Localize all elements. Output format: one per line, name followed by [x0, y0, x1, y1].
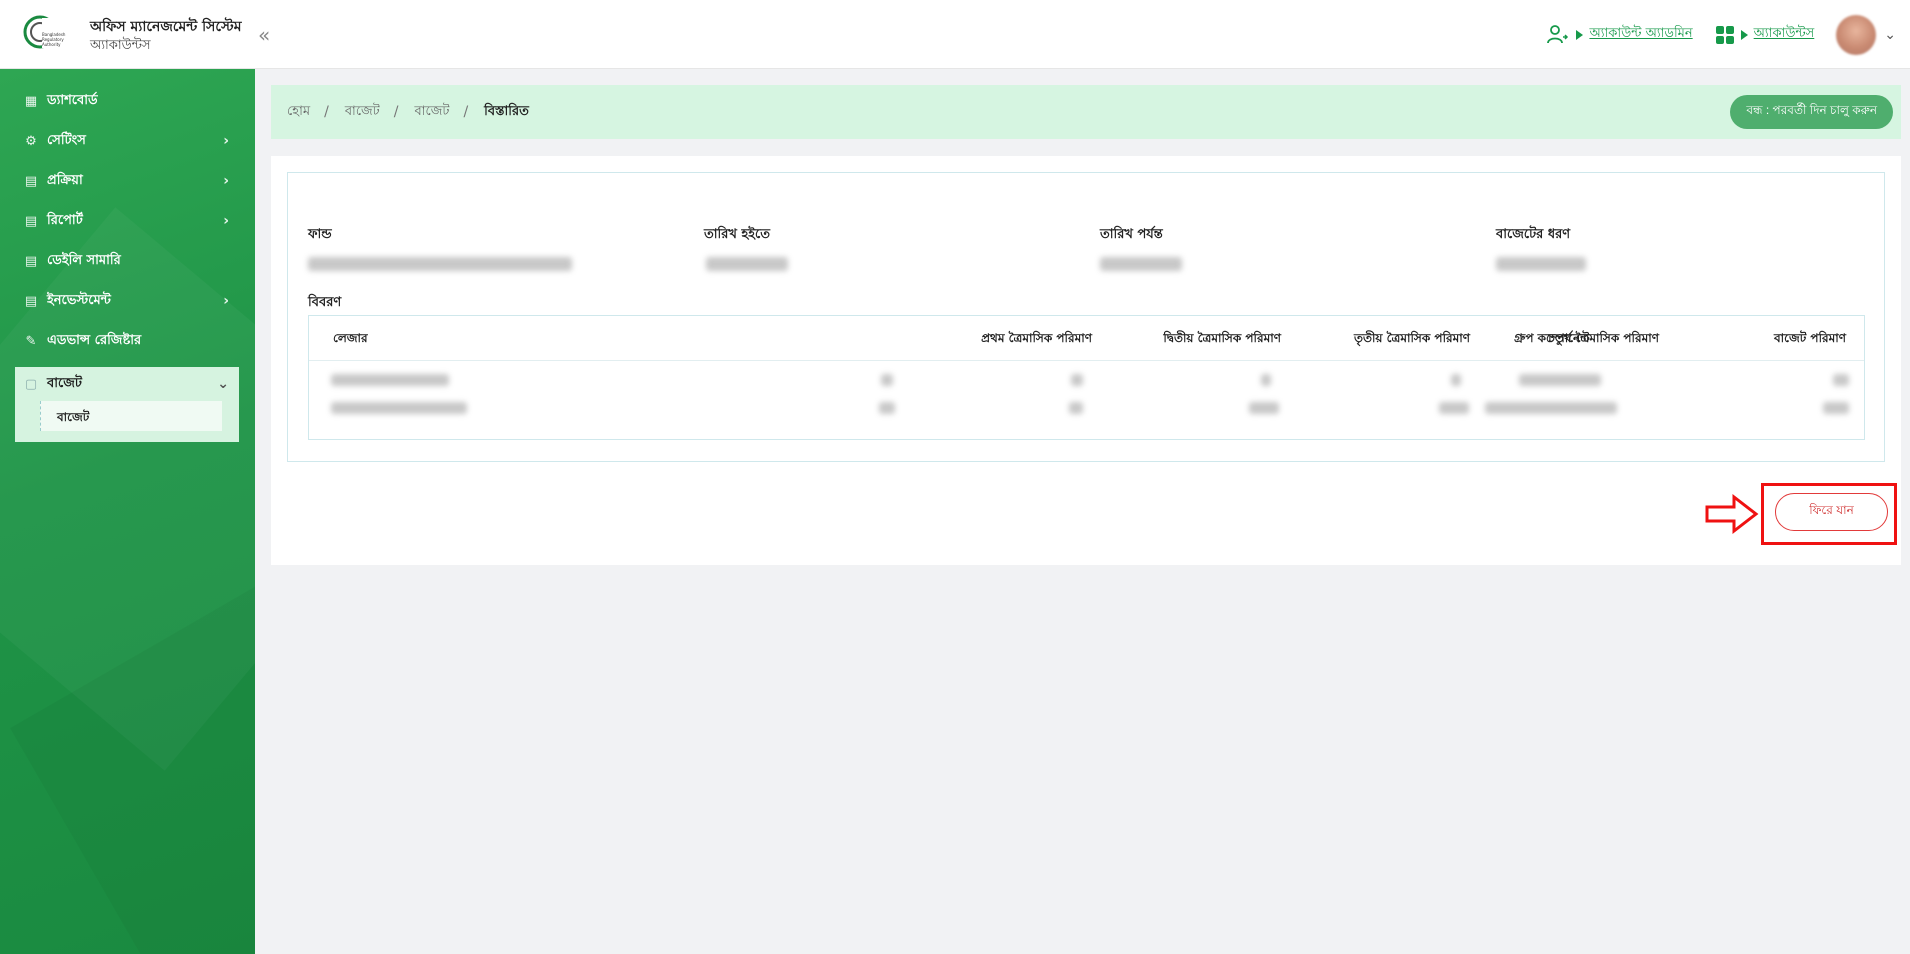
col-header-q3: তৃতীয় ত্রৈমাসিক পরিমাণ [1353, 331, 1470, 345]
breadcrumb-separator: / [393, 104, 399, 120]
details-card: ফান্ড তারিখ হইতে তারিখ পর্যন্ত বাজেটের ধ… [271, 156, 1901, 565]
cell-redacted [881, 374, 893, 386]
fund-label: ফান্ড [308, 227, 332, 242]
cell-redacted [1261, 374, 1271, 386]
user-switch-icon [1547, 24, 1569, 43]
callout-arrow-icon [1705, 493, 1759, 535]
sidebar-item-report[interactable]: ▤ রিপোর্ট › [0, 201, 255, 241]
col-header-ledger: লেজার [333, 331, 368, 345]
sidebar-item-budget[interactable]: ▢ বাজেট ⌄ বাজেট [15, 367, 239, 442]
user-avatar[interactable] [1836, 14, 1877, 55]
organization-logo: Bangladesh Regulatory Authority [23, 15, 66, 49]
fund-value-redacted [308, 257, 572, 271]
sidebar-item-settings[interactable]: ⚙ সেটিংস › [0, 121, 255, 161]
back-button[interactable]: ফিরে যান [1775, 493, 1888, 531]
breadcrumb-current: বিস্তারিত [484, 103, 529, 119]
grid-icon: ▦ [24, 93, 38, 109]
sidebar-subitem-budget[interactable]: বাজেট [40, 401, 222, 431]
sidebar-item-advance-register[interactable]: ✎ এডভান্স রেজিষ্টার [0, 321, 255, 361]
cell-redacted [1519, 374, 1601, 386]
cell-redacted [1451, 374, 1461, 386]
sidebar-item-label: এডভান্স রেজিষ্টার [47, 332, 142, 348]
cell-redacted [1071, 374, 1083, 386]
budget-icon: ▢ [24, 376, 38, 392]
cell-redacted [1439, 402, 1469, 414]
app-subtitle: অ্যাকাউন্টস [90, 38, 151, 53]
sidebar: ▦ ড্যাশবোর্ড ⚙ সেটিংস › ▤ প্রক্রিয়া › ▤ রিপোর্ট ›… [0, 69, 255, 954]
sidebar-item-label: সেটিংস [47, 132, 86, 148]
sidebar-item-label: বাজেট [47, 375, 82, 391]
advance-register-icon: ✎ [25, 333, 37, 349]
sidebar-item-daily-summary[interactable]: ▤ ডেইলি সামারি [0, 241, 255, 281]
col-header-group-component: গ্রুপ কম্পোনেন্ট [1514, 331, 1590, 345]
table-header-divider [309, 360, 1864, 361]
cell-redacted [1833, 374, 1849, 386]
sidebar-item-label: ড্যাশবোর্ড [47, 92, 98, 108]
details-panel: ফান্ড তারিখ হইতে তারিখ পর্যন্ত বাজেটের ধ… [287, 172, 1885, 462]
cell-redacted [879, 402, 895, 414]
close-day-button[interactable]: বন্ধ : পরবর্তী দিন চালু করুন [1730, 95, 1893, 129]
chevron-down-icon: ⌄ [217, 376, 229, 392]
process-icon: ▤ [24, 173, 38, 189]
cell-redacted [1485, 402, 1617, 414]
budget-type-label: বাজেটের ধরণ [1496, 227, 1571, 242]
description-label: বিবরণ [308, 295, 342, 310]
sidebar-item-label: ইনভেস্টমেন্ট [47, 292, 111, 308]
account-admin-link-group[interactable]: অ্যাকাউন্ট অ্যাডমিন [1546, 23, 1693, 47]
budget-type-value-redacted [1496, 257, 1586, 271]
cell-redacted [331, 402, 467, 414]
col-header-q2: দ্বিতীয় ত্রৈমাসিক পরিমাণ [1163, 331, 1281, 345]
collapse-sidebar-button[interactable]: « [258, 23, 270, 47]
accounts-link[interactable]: অ্যাকাউন্টস [1754, 24, 1815, 45]
daily-summary-icon: ▤ [24, 253, 38, 269]
budget-details-table: লেজার প্রথম ত্রৈমাসিক পরিমাণ দ্বিতীয় ত্… [308, 315, 1865, 440]
sidebar-item-investment[interactable]: ▤ ইনভেস্টমেন্ট › [0, 281, 255, 321]
date-from-value-redacted [706, 257, 788, 271]
cell-redacted [1249, 402, 1279, 414]
sidebar-item-process[interactable]: ▤ প্রক্রিয়া › [0, 161, 255, 201]
sidebar-item-dashboard[interactable]: ▦ ড্যাশবোর্ড [0, 81, 255, 121]
investment-icon: ▤ [24, 293, 38, 309]
top-header: Bangladesh Regulatory Authority অফিস ম্য… [0, 0, 1910, 69]
sidebar-item-label: রিপোর্ট [47, 212, 83, 228]
accounts-link-group[interactable]: অ্যাকাউন্টস [1715, 24, 1815, 45]
chevron-right-icon: › [223, 213, 229, 229]
cell-redacted [331, 374, 449, 386]
col-header-budget-amount: বাজেট পরিমাণ [1773, 331, 1846, 345]
breadcrumb-budget[interactable]: বাজেট [329, 102, 380, 123]
cell-redacted [1823, 402, 1849, 414]
chevron-right-icon: › [223, 293, 229, 309]
date-to-label: তারিখ পর্যন্ত [1100, 227, 1163, 242]
date-from-label: তারিখ হইতে [704, 227, 771, 242]
chevron-right-icon: › [223, 133, 229, 149]
breadcrumb: হোম / বাজেট / বাজেট / বিস্তারিত বন্ধ : প… [271, 85, 1901, 139]
sidebar-item-label: ডেইলি সামারি [47, 252, 121, 268]
breadcrumb-budget-list[interactable]: বাজেট [398, 102, 449, 123]
date-to-value-redacted [1100, 257, 1182, 271]
chevron-down-icon[interactable]: ⌄ [1884, 27, 1896, 43]
breadcrumb-separator: / [324, 104, 329, 120]
breadcrumb-separator: / [463, 104, 469, 120]
svg-text:Authority: Authority [42, 42, 61, 47]
report-icon: ▤ [24, 213, 38, 229]
breadcrumb-home[interactable]: হোম [271, 102, 310, 123]
sidebar-item-label: প্রক্রিয়া [47, 172, 83, 188]
caret-right-icon [1576, 29, 1584, 40]
cell-redacted [1069, 402, 1083, 414]
caret-right-icon [1740, 29, 1748, 40]
col-header-q1: প্রথম ত্রৈমাসিক পরিমাণ [981, 331, 1092, 345]
gear-icon: ⚙ [25, 133, 37, 149]
account-admin-link[interactable]: অ্যাকাউন্ট অ্যাডমিন [1589, 24, 1692, 45]
chevron-right-icon: › [223, 173, 229, 189]
apps-grid-icon [1715, 25, 1734, 44]
